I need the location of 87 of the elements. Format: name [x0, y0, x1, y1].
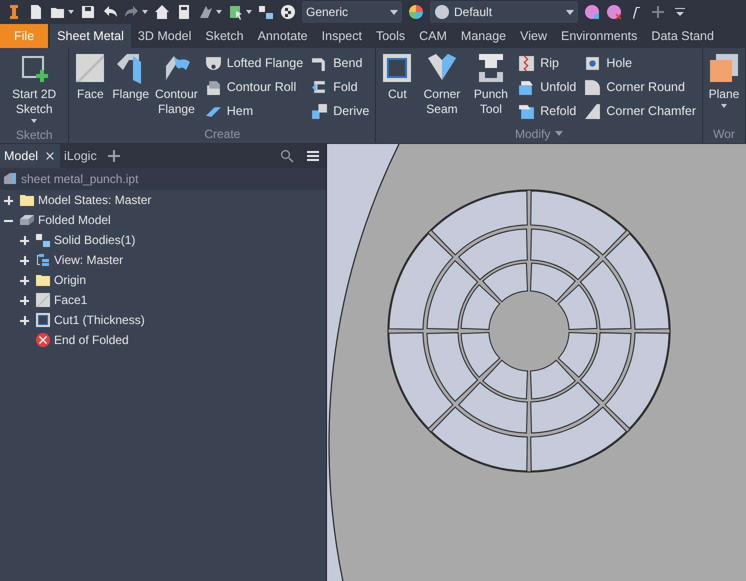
ribbon-tab[interactable]: Manage	[454, 24, 514, 48]
small-button[interactable]: Unfold	[515, 76, 580, 98]
small-button[interactable]: Corner Chamfer	[581, 100, 699, 122]
lofted-icon	[204, 54, 222, 72]
cut-icon	[35, 312, 51, 328]
face-icon	[74, 52, 106, 84]
small-button[interactable]: Corner Round	[581, 76, 699, 98]
expander-icon[interactable]	[20, 276, 29, 284]
large-button[interactable]: Cut	[379, 50, 416, 127]
large-button[interactable]: Face	[72, 50, 108, 127]
menu-icon[interactable]	[305, 148, 321, 164]
checkered-ball-icon[interactable]	[280, 4, 296, 20]
save-icon[interactable]	[80, 4, 96, 20]
large-button[interactable]: Plane	[706, 50, 742, 127]
large-button[interactable]: Flange	[110, 50, 152, 127]
ribbon-tab[interactable]: 3D Model	[130, 24, 198, 48]
end-icon	[35, 332, 51, 348]
ribbon-tab[interactable]: View	[513, 24, 554, 48]
plane-icon	[708, 52, 740, 84]
expander-icon[interactable]	[20, 316, 29, 324]
tree-item[interactable]: End of Folded	[54, 333, 129, 347]
small-button[interactable]: Rip	[515, 52, 580, 74]
round-icon	[584, 78, 602, 96]
ribbon-tab[interactable]: Inspect	[314, 24, 369, 48]
wedge-icon[interactable]	[198, 4, 214, 20]
tree-item[interactable]: Cut1 (Thickness)	[54, 313, 145, 327]
large-button[interactable]: Contour Flange	[153, 50, 200, 127]
ribbon-tab[interactable]: Data Stand	[644, 24, 721, 48]
small-button[interactable]: Bend	[308, 52, 372, 74]
palette-brush-icon[interactable]	[584, 4, 600, 20]
large-button[interactable]: Punch Tool	[468, 50, 514, 127]
tree-item[interactable]: Model States: Master	[38, 193, 152, 207]
part-file-icon	[2, 171, 18, 187]
home-icon[interactable]	[154, 4, 170, 20]
cubes-icon[interactable]	[258, 4, 274, 20]
chamfer-icon	[584, 102, 602, 120]
ribbon-tab[interactable]: CAM	[412, 24, 454, 48]
palette-clear-icon[interactable]	[606, 4, 622, 20]
close-icon[interactable]	[44, 150, 56, 162]
expander-icon[interactable]	[20, 256, 29, 264]
roll-icon	[204, 78, 222, 96]
tree-item[interactable]: Solid Bodies(1)	[54, 233, 136, 247]
ribbon-tab[interactable]: Tools	[368, 24, 412, 48]
calculator-icon[interactable]	[176, 4, 192, 20]
ribbon-tab[interactable]: Sketch	[198, 24, 251, 48]
ribbon-tab[interactable]: Annotate	[250, 24, 315, 48]
small-button[interactable]: Refold	[515, 100, 580, 122]
derive-icon	[311, 102, 328, 120]
rip-icon	[518, 54, 536, 72]
plus-icon[interactable]	[650, 4, 666, 20]
large-button[interactable]: Start 2D Sketch	[3, 50, 66, 128]
cubes-icon	[35, 232, 51, 248]
browser-tab[interactable]: Model	[0, 144, 60, 168]
folder-icon	[35, 272, 51, 288]
browser-tab[interactable]: iLogic	[60, 144, 101, 168]
tree-item[interactable]: Origin	[54, 273, 86, 287]
appearance-dropdown[interactable]: Default	[430, 1, 578, 23]
tree-item[interactable]: Face1	[54, 293, 88, 307]
face-icon	[35, 292, 51, 308]
color-wheel-icon[interactable]	[408, 4, 424, 20]
small-button[interactable]: Contour Roll	[202, 76, 306, 98]
sphere-icon	[434, 4, 450, 20]
hole-icon	[584, 54, 602, 72]
add-tab-icon[interactable]	[106, 148, 122, 164]
small-button[interactable]: Hem	[202, 100, 306, 122]
unfold-icon	[518, 78, 536, 96]
expander-icon[interactable]	[20, 236, 29, 244]
tree-item[interactable]: View: Master	[54, 253, 124, 267]
ribbon-tab[interactable]: Sheet Metal	[50, 24, 131, 48]
view-icon	[35, 252, 51, 268]
small-button[interactable]: Fold	[308, 76, 372, 98]
expander-icon[interactable]	[4, 196, 13, 204]
material-dropdown[interactable]: Generic	[302, 1, 402, 23]
expander-icon[interactable]	[20, 296, 29, 304]
refold-icon	[518, 102, 536, 120]
cut-icon	[381, 52, 414, 84]
small-button[interactable]: Hole	[581, 52, 699, 74]
large-button[interactable]: Corner Seam	[417, 50, 467, 127]
ribbon-tab[interactable]: Environments	[554, 24, 644, 48]
new-file-icon[interactable]	[28, 4, 44, 20]
small-button[interactable]: Derive	[308, 100, 372, 122]
folder-icon	[19, 192, 35, 208]
select-cursor-icon[interactable]	[228, 4, 244, 20]
search-icon[interactable]	[279, 148, 295, 164]
tree-item[interactable]: Folded Model	[38, 213, 111, 227]
small-button[interactable]: Lofted Flange	[202, 52, 306, 74]
model-icon	[19, 212, 35, 228]
